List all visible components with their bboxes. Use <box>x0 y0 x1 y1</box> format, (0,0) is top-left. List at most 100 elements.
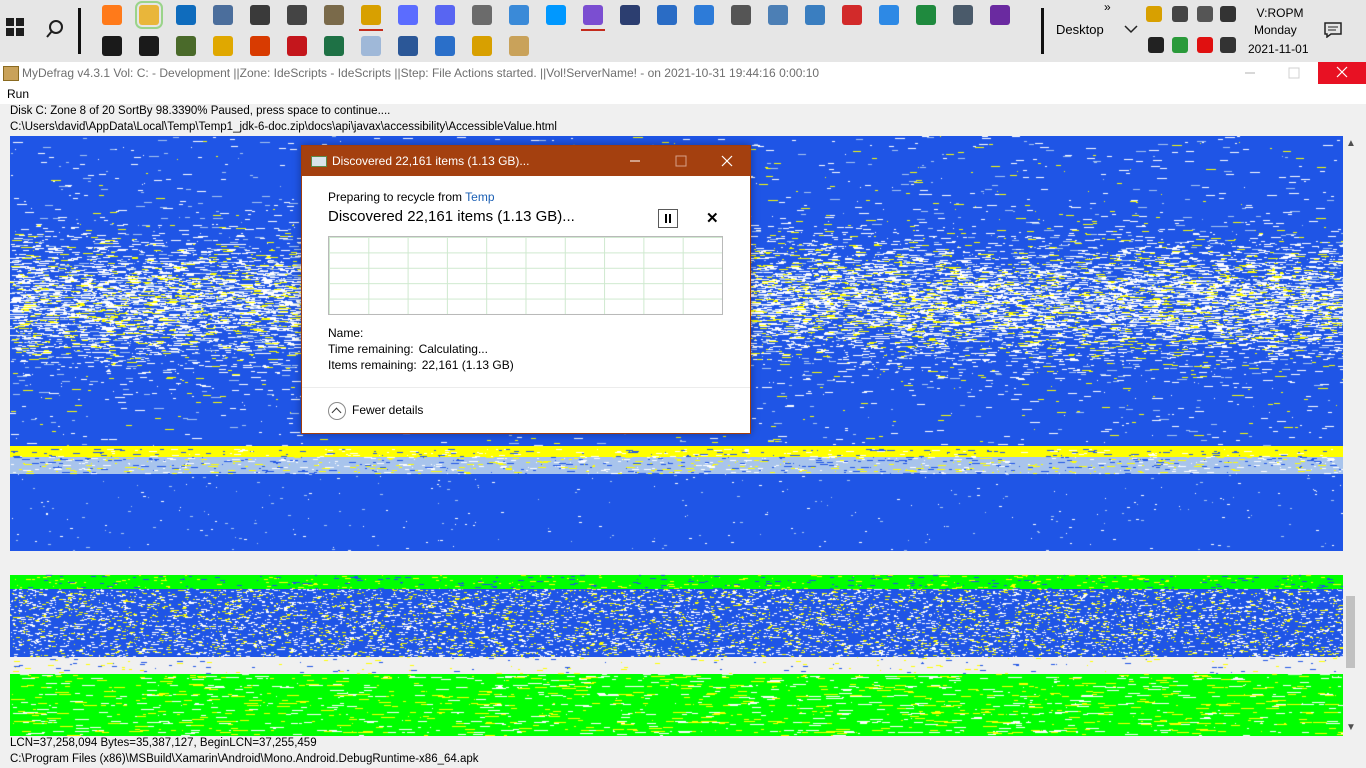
menu-bar: Run <box>0 84 1366 104</box>
command-prompt-icon[interactable] <box>102 36 122 56</box>
firefox-icon[interactable] <box>102 5 122 25</box>
running-indicator <box>581 29 605 31</box>
notepad-icon[interactable] <box>361 36 381 56</box>
powershell-icon[interactable] <box>657 5 677 25</box>
close-button[interactable] <box>1318 62 1366 84</box>
text-doc-icon[interactable] <box>435 36 455 56</box>
zone-status-line: Disk C: Zone 8 of 20 SortBy 98.3390% Pau… <box>10 105 391 117</box>
purple-app-icon[interactable] <box>990 5 1010 25</box>
dialog-title: Discovered 22,161 items (1.13 GB)... <box>332 154 530 168</box>
cancel-operation-button[interactable]: ✕ <box>706 209 719 227</box>
items-remaining-value: 22,161 (1.13 GB) <box>421 358 514 372</box>
server-app-icon[interactable] <box>620 5 640 25</box>
transfer-speed-graph <box>328 236 723 315</box>
dialog-headline: Discovered 22,161 items (1.13 GB)... <box>328 208 575 225</box>
todo-icon[interactable] <box>879 5 899 25</box>
preparing-text: Preparing to recycle from Temp <box>328 190 495 204</box>
printer-icon[interactable] <box>250 5 270 25</box>
taskbar: » Desktop V:ROPM Monday 2021-11-01 <box>0 0 1366 62</box>
recycle-progress-dialog: Discovered 22,161 items (1.13 GB)... Pre… <box>301 145 751 434</box>
word-icon[interactable] <box>398 36 418 56</box>
close-icon <box>721 155 733 167</box>
pause-button[interactable] <box>658 209 678 228</box>
mydefrag-logo-icon <box>3 66 19 81</box>
toolbar-divider <box>78 8 81 54</box>
red-tray-icon[interactable] <box>1197 37 1213 53</box>
desktop-toolbar-label[interactable]: Desktop <box>1056 22 1104 37</box>
dialog-maximize-button[interactable] <box>658 146 704 176</box>
usb-tray-icon[interactable] <box>1197 6 1213 22</box>
scroll-down-arrow[interactable]: ▼ <box>1346 722 1356 733</box>
checkbox-app-icon[interactable] <box>472 5 492 25</box>
remote-desktop-icon[interactable] <box>768 5 788 25</box>
chrome-icon[interactable] <box>213 36 233 56</box>
dialog-divider <box>302 387 750 388</box>
volume-icon[interactable] <box>1220 6 1236 22</box>
fewer-details-label: Fewer details <box>352 403 424 418</box>
time-remaining-value: Calculating... <box>418 342 488 356</box>
minimize-button[interactable] <box>1228 62 1272 84</box>
dialog-minimize-button[interactable] <box>612 146 658 176</box>
tool-icon[interactable] <box>213 5 233 25</box>
paint-icon[interactable] <box>509 5 529 25</box>
recycle-bin-icon <box>311 156 327 167</box>
file-explorer-icon[interactable] <box>135 1 163 29</box>
document-app-icon[interactable] <box>361 5 381 25</box>
running-indicator <box>359 29 383 31</box>
discord-icon[interactable] <box>435 5 455 25</box>
green-tray-icon[interactable] <box>1172 37 1188 53</box>
excel-icon[interactable] <box>324 36 344 56</box>
visual-studio-icon[interactable] <box>583 5 603 25</box>
network-tray-icon[interactable] <box>1220 37 1236 53</box>
dialog-close-button[interactable] <box>704 146 750 176</box>
clock-date[interactable]: 2021-11-01 <box>1248 42 1309 56</box>
gimp-icon[interactable] <box>324 5 344 25</box>
network-app-icon[interactable] <box>805 5 825 25</box>
outlook-icon[interactable] <box>176 5 196 25</box>
messenger-icon[interactable] <box>398 5 418 25</box>
maximize-button[interactable] <box>1272 62 1316 84</box>
command-prompt-alt-icon[interactable] <box>139 36 159 56</box>
window-title: MyDefrag v4.3.1 Vol: C: - Development ||… <box>22 66 820 80</box>
mydefrag-icon[interactable] <box>509 36 529 56</box>
items-remaining-label: Items remaining: <box>328 358 417 372</box>
acrobat-icon[interactable] <box>287 36 307 56</box>
calculator-icon[interactable] <box>694 5 714 25</box>
status-file-path: C:\Program Files (x86)\MSBuild\Xamarin\A… <box>10 753 479 765</box>
tree-app-icon[interactable] <box>176 36 196 56</box>
items-remaining-row: Items remaining: 22,161 (1.13 GB) <box>328 358 514 372</box>
notification-center-icon[interactable] <box>1324 22 1342 38</box>
fewer-details-button[interactable]: Fewer details <box>328 402 423 420</box>
window-titlebar[interactable]: MyDefrag v4.3.1 Vol: C: - Development ||… <box>0 62 1366 84</box>
vscode-icon[interactable] <box>546 5 566 25</box>
office-icon[interactable] <box>250 36 270 56</box>
green-app-icon[interactable] <box>916 5 936 25</box>
clock-day[interactable]: Monday <box>1254 23 1297 37</box>
dialog-titlebar[interactable]: Discovered 22,161 items (1.13 GB)... <box>302 146 750 176</box>
source-folder-link[interactable]: Temp <box>465 190 494 204</box>
gear-icon[interactable] <box>731 5 751 25</box>
lcn-info: LCN=37,258,094 Bytes=35,387,127, BeginLC… <box>10 737 317 749</box>
vertical-scrollbar[interactable]: ▲ ▼ <box>1343 136 1358 736</box>
toolbar-divider <box>1041 8 1044 54</box>
clock-time[interactable]: V:ROPM <box>1250 4 1310 23</box>
help-app-icon[interactable] <box>472 36 492 56</box>
windows-start-icon[interactable] <box>6 18 30 42</box>
overflow-chevron-icon[interactable]: » <box>1104 0 1111 14</box>
document-tray-icon[interactable] <box>1146 6 1162 22</box>
scroll-up-arrow[interactable]: ▲ <box>1346 138 1356 149</box>
pdf-app-icon[interactable] <box>842 5 862 25</box>
printer-tray-icon[interactable] <box>1172 6 1188 22</box>
microphone-icon[interactable] <box>1148 37 1164 53</box>
current-file-path: C:\Users\david\AppData\Local\Temp\Temp1_… <box>10 121 557 133</box>
close-icon <box>1336 66 1348 78</box>
time-remaining-label: Time remaining: <box>328 342 414 356</box>
scroll-thumb[interactable] <box>1346 596 1355 668</box>
printer-alt-icon[interactable] <box>287 5 307 25</box>
chevron-down-icon[interactable] <box>1124 24 1138 34</box>
search-icon[interactable] <box>44 18 66 40</box>
status-bar: LCN=37,258,094 Bytes=35,387,127, BeginLC… <box>0 736 1366 768</box>
progress-info: Disk C: Zone 8 of 20 SortBy 98.3390% Pau… <box>0 104 1366 136</box>
menu-run[interactable]: Run <box>7 87 29 101</box>
monitor-app-icon[interactable] <box>953 5 973 25</box>
